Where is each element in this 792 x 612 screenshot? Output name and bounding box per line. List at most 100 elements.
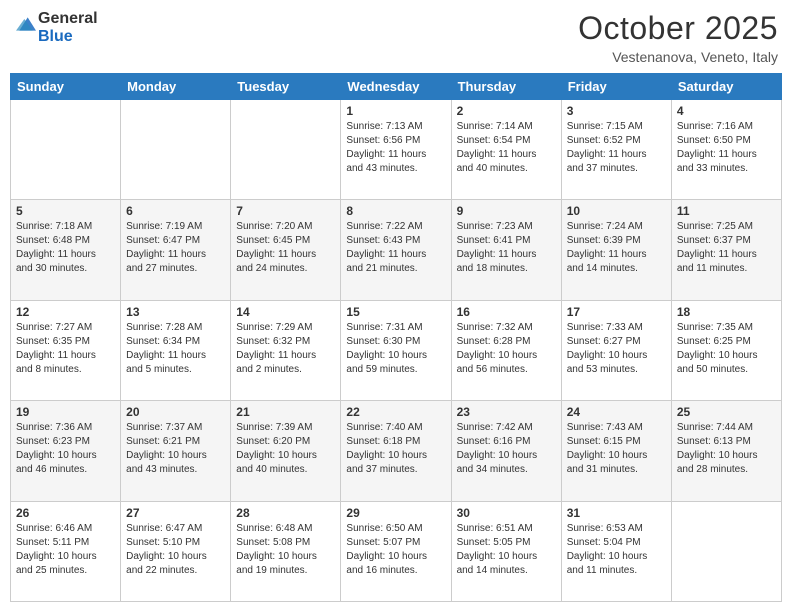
day-info: Sunrise: 7:29 AM Sunset: 6:32 PM Dayligh… bbox=[236, 321, 335, 377]
calendar-cell: 29 Sunrise: 6:50 AM Sunset: 5:07 PM Dayli… bbox=[341, 501, 451, 601]
calendar-cell bbox=[121, 100, 231, 200]
day-number: 5 bbox=[16, 204, 115, 218]
day-info: Sunrise: 6:51 AM Sunset: 5:05 PM Dayligh… bbox=[457, 522, 556, 578]
calendar-cell: 27 Sunrise: 6:47 AM Sunset: 5:10 PM Dayli… bbox=[121, 501, 231, 601]
calendar-cell: 24Sunrise: 7:43 AM Sunset: 6:15 PM Dayli… bbox=[561, 401, 671, 501]
day-number: 24 bbox=[567, 405, 666, 419]
title-block: October 2025 Vestenanova, Veneto, Italy bbox=[578, 10, 778, 65]
day-number: 3 bbox=[567, 104, 666, 118]
day-info: Sunrise: 7:24 AM Sunset: 6:39 PM Dayligh… bbox=[567, 220, 666, 276]
day-info: Sunrise: 7:15 AM Sunset: 6:52 PM Dayligh… bbox=[567, 120, 666, 176]
day-number: 23 bbox=[457, 405, 556, 419]
day-number: 29 bbox=[346, 506, 445, 520]
calendar-cell: 4 Sunrise: 7:16 AM Sunset: 6:50 PM Daylig… bbox=[671, 100, 781, 200]
column-header-monday: Monday bbox=[121, 74, 231, 100]
calendar-cell: 6Sunrise: 7:19 AM Sunset: 6:47 PM Daylig… bbox=[121, 200, 231, 300]
day-number: 30 bbox=[457, 506, 556, 520]
day-info: Sunrise: 7:20 AM Sunset: 6:45 PM Dayligh… bbox=[236, 220, 335, 276]
day-info: Sunrise: 6:47 AM Sunset: 5:10 PM Dayligh… bbox=[126, 522, 225, 578]
day-number: 27 bbox=[126, 506, 225, 520]
day-number: 21 bbox=[236, 405, 335, 419]
calendar-cell: 22Sunrise: 7:40 AM Sunset: 6:18 PM Dayli… bbox=[341, 401, 451, 501]
day-number: 9 bbox=[457, 204, 556, 218]
day-info: Sunrise: 7:22 AM Sunset: 6:43 PM Dayligh… bbox=[346, 220, 445, 276]
calendar-cell: 28 Sunrise: 6:48 AM Sunset: 5:08 PM Dayli… bbox=[231, 501, 341, 601]
calendar-cell: 12 Sunrise: 7:27 AM Sunset: 6:35 PM Dayli… bbox=[11, 300, 121, 400]
calendar-week-row: 1 Sunrise: 7:13 AM Sunset: 6:56 PM Daylig… bbox=[11, 100, 782, 200]
day-info: Sunrise: 7:35 AM Sunset: 6:25 PM Dayligh… bbox=[677, 321, 776, 377]
day-info: Sunrise: 7:18 AM Sunset: 6:48 PM Dayligh… bbox=[16, 220, 115, 276]
day-info: Sunrise: 7:28 AM Sunset: 6:34 PM Dayligh… bbox=[126, 321, 225, 377]
calendar-cell: 25Sunrise: 7:44 AM Sunset: 6:13 PM Dayli… bbox=[671, 401, 781, 501]
day-number: 12 bbox=[16, 305, 115, 319]
calendar-cell: 16Sunrise: 7:32 AM Sunset: 6:28 PM Dayli… bbox=[451, 300, 561, 400]
column-header-thursday: Thursday bbox=[451, 74, 561, 100]
calendar-cell: 13 Sunrise: 7:28 AM Sunset: 6:34 PM Dayli… bbox=[121, 300, 231, 400]
day-number: 7 bbox=[236, 204, 335, 218]
calendar-cell: 9 Sunrise: 7:23 AM Sunset: 6:41 PM Daylig… bbox=[451, 200, 561, 300]
location: Vestenanova, Veneto, Italy bbox=[578, 49, 778, 65]
calendar-cell: 5 Sunrise: 7:18 AM Sunset: 6:48 PM Daylig… bbox=[11, 200, 121, 300]
day-number: 18 bbox=[677, 305, 776, 319]
column-header-tuesday: Tuesday bbox=[231, 74, 341, 100]
column-header-friday: Friday bbox=[561, 74, 671, 100]
day-number: 17 bbox=[567, 305, 666, 319]
calendar-cell: 2Sunrise: 7:14 AM Sunset: 6:54 PM Daylig… bbox=[451, 100, 561, 200]
day-number: 14 bbox=[236, 305, 335, 319]
day-info: Sunrise: 7:36 AM Sunset: 6:23 PM Dayligh… bbox=[16, 421, 115, 477]
day-number: 4 bbox=[677, 104, 776, 118]
day-number: 11 bbox=[677, 204, 776, 218]
column-header-saturday: Saturday bbox=[671, 74, 781, 100]
day-info: Sunrise: 7:37 AM Sunset: 6:21 PM Dayligh… bbox=[126, 421, 225, 477]
day-number: 13 bbox=[126, 305, 225, 319]
day-number: 10 bbox=[567, 204, 666, 218]
day-info: Sunrise: 7:42 AM Sunset: 6:16 PM Dayligh… bbox=[457, 421, 556, 477]
day-info: Sunrise: 7:25 AM Sunset: 6:37 PM Dayligh… bbox=[677, 220, 776, 276]
calendar-cell bbox=[231, 100, 341, 200]
day-info: Sunrise: 7:31 AM Sunset: 6:30 PM Dayligh… bbox=[346, 321, 445, 377]
logo-general-text: General bbox=[38, 10, 98, 28]
day-number: 26 bbox=[16, 506, 115, 520]
day-number: 25 bbox=[677, 405, 776, 419]
day-info: Sunrise: 7:32 AM Sunset: 6:28 PM Dayligh… bbox=[457, 321, 556, 377]
day-info: Sunrise: 6:46 AM Sunset: 5:11 PM Dayligh… bbox=[16, 522, 115, 578]
calendar-cell: 21Sunrise: 7:39 AM Sunset: 6:20 PM Dayli… bbox=[231, 401, 341, 501]
calendar-cell: 8 Sunrise: 7:22 AM Sunset: 6:43 PM Daylig… bbox=[341, 200, 451, 300]
day-number: 20 bbox=[126, 405, 225, 419]
calendar-week-row: 5 Sunrise: 7:18 AM Sunset: 6:48 PM Daylig… bbox=[11, 200, 782, 300]
column-header-wednesday: Wednesday bbox=[341, 74, 451, 100]
calendar-cell: 18 Sunrise: 7:35 AM Sunset: 6:25 PM Dayli… bbox=[671, 300, 781, 400]
day-info: Sunrise: 7:16 AM Sunset: 6:50 PM Dayligh… bbox=[677, 120, 776, 176]
day-number: 19 bbox=[16, 405, 115, 419]
day-number: 31 bbox=[567, 506, 666, 520]
calendar-header-row: SundayMondayTuesdayWednesdayThursdayFrid… bbox=[11, 74, 782, 100]
day-number: 28 bbox=[236, 506, 335, 520]
calendar-cell: 26 Sunrise: 6:46 AM Sunset: 5:11 PM Dayli… bbox=[11, 501, 121, 601]
day-info: Sunrise: 7:33 AM Sunset: 6:27 PM Dayligh… bbox=[567, 321, 666, 377]
calendar-table: SundayMondayTuesdayWednesdayThursdayFrid… bbox=[10, 73, 782, 602]
calendar-cell: 20 Sunrise: 7:37 AM Sunset: 6:21 PM Dayli… bbox=[121, 401, 231, 501]
day-info: Sunrise: 7:40 AM Sunset: 6:18 PM Dayligh… bbox=[346, 421, 445, 477]
logo-blue-text: Blue bbox=[38, 28, 98, 46]
day-number: 6 bbox=[126, 204, 225, 218]
day-info: Sunrise: 7:27 AM Sunset: 6:35 PM Dayligh… bbox=[16, 321, 115, 377]
day-info: Sunrise: 6:50 AM Sunset: 5:07 PM Dayligh… bbox=[346, 522, 445, 578]
calendar-cell bbox=[671, 501, 781, 601]
calendar-cell bbox=[11, 100, 121, 200]
day-info: Sunrise: 7:23 AM Sunset: 6:41 PM Dayligh… bbox=[457, 220, 556, 276]
logo: General Blue bbox=[14, 10, 98, 45]
calendar-cell: 1 Sunrise: 7:13 AM Sunset: 6:56 PM Daylig… bbox=[341, 100, 451, 200]
header: General Blue October 2025 Vestenanova, V… bbox=[10, 10, 782, 65]
calendar-cell: 14 Sunrise: 7:29 AM Sunset: 6:32 PM Dayli… bbox=[231, 300, 341, 400]
day-info: Sunrise: 7:13 AM Sunset: 6:56 PM Dayligh… bbox=[346, 120, 445, 176]
calendar-week-row: 26 Sunrise: 6:46 AM Sunset: 5:11 PM Dayli… bbox=[11, 501, 782, 601]
day-info: Sunrise: 6:48 AM Sunset: 5:08 PM Dayligh… bbox=[236, 522, 335, 578]
column-header-sunday: Sunday bbox=[11, 74, 121, 100]
day-number: 1 bbox=[346, 104, 445, 118]
day-number: 8 bbox=[346, 204, 445, 218]
calendar-cell: 7 Sunrise: 7:20 AM Sunset: 6:45 PM Daylig… bbox=[231, 200, 341, 300]
calendar-cell: 17 Sunrise: 7:33 AM Sunset: 6:27 PM Dayli… bbox=[561, 300, 671, 400]
calendar-week-row: 19 Sunrise: 7:36 AM Sunset: 6:23 PM Dayli… bbox=[11, 401, 782, 501]
day-number: 15 bbox=[346, 305, 445, 319]
page: General Blue October 2025 Vestenanova, V… bbox=[0, 0, 792, 612]
